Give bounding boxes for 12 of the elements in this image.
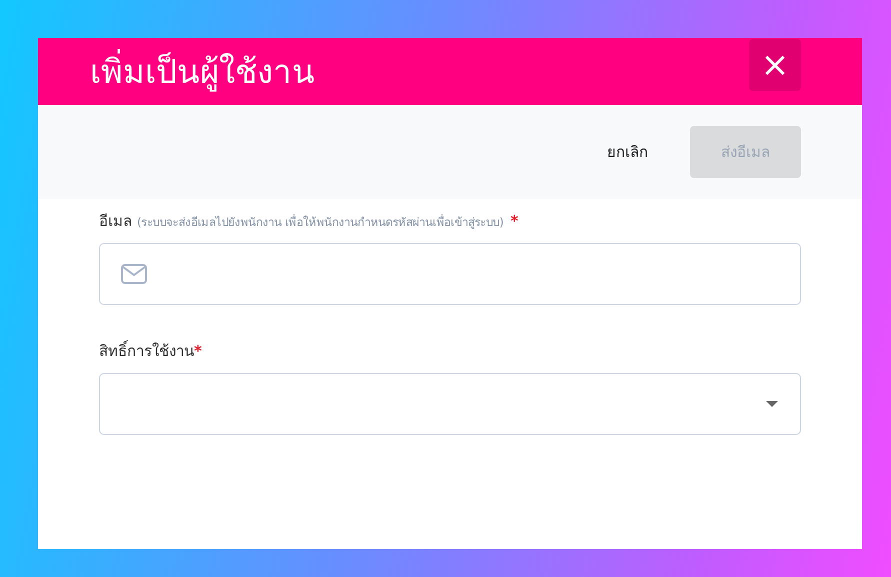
- field-hint: (ระบบจะส่งอีเมลไปยังพนักงาน เพื่อให้พนักงานกำหนดรหัสผ่านเพื่อเข้าสู่ระบบ): [137, 213, 504, 231]
- field-label: อีเมล: [99, 211, 132, 232]
- caret-icon: [766, 401, 778, 407]
- envelope-icon: [121, 264, 147, 284]
- close-button[interactable]: ×: [749, 39, 801, 91]
- required-mark: *: [194, 342, 202, 360]
- required-mark: *: [510, 212, 518, 230]
- role-select[interactable]: [99, 373, 801, 435]
- field-label: สิทธิ์การใช้งาน: [99, 339, 194, 362]
- cancel-button[interactable]: ยกเลิก: [601, 139, 654, 165]
- email-field[interactable]: [99, 243, 801, 305]
- dialog-title: เพิ่มเป็นผู้ใช้งาน: [90, 45, 315, 98]
